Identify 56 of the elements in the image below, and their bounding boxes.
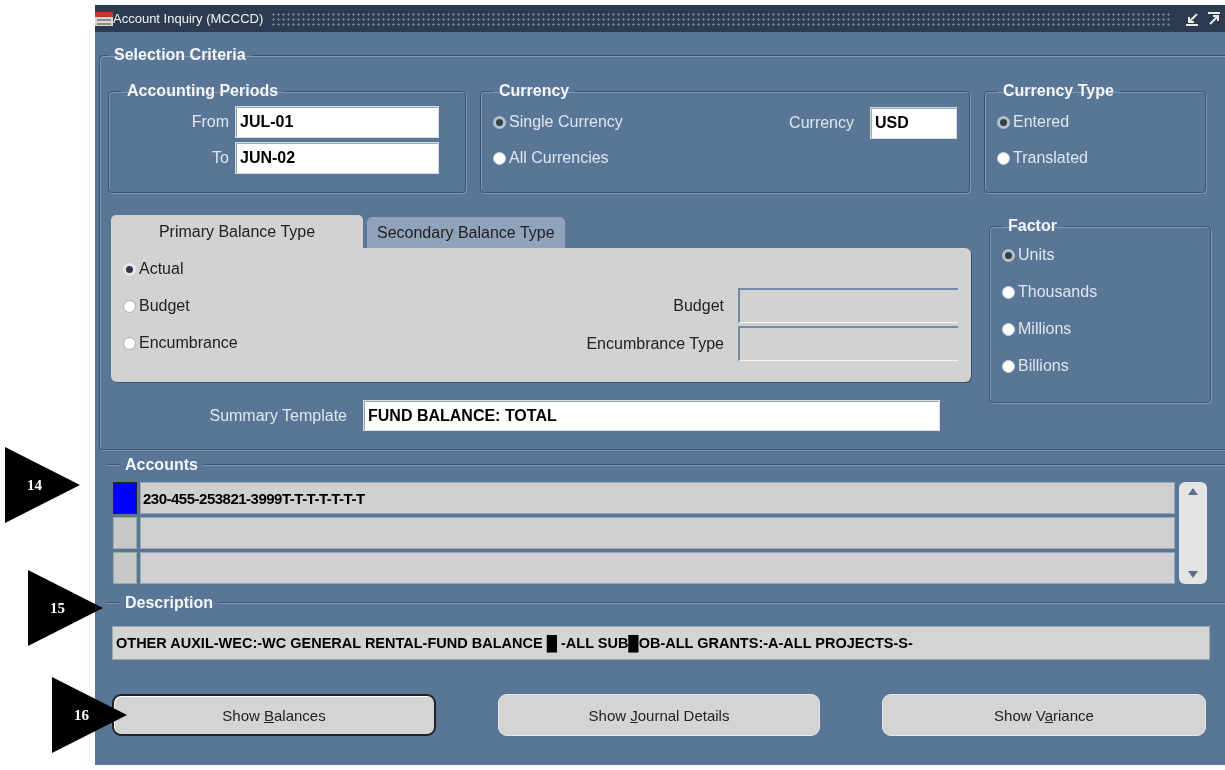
radio-button[interactable] [1002,285,1015,299]
action-button[interactable]: Show Balances [112,694,436,736]
radio-label: Translated [1013,149,1088,167]
radio-label: Thousands [1018,283,1098,301]
field-label: Encumbrance Type [586,334,724,353]
text-field[interactable]: JUL-01 [235,106,439,138]
radio-button[interactable] [1002,359,1015,373]
radio-label: Units [1018,246,1055,264]
radio-button[interactable] [493,115,506,129]
radio-button[interactable] [997,115,1010,129]
maximize-icon[interactable] [1207,11,1221,26]
tab[interactable]: Secondary Balance Type [367,217,565,248]
radio-button[interactable] [123,299,136,313]
radio-label: All Currencies [509,149,609,167]
field-label: Summary Template [208,406,347,425]
section-title: Description [125,594,213,612]
radio-label: Single Currency [509,113,623,131]
scroll-down-icon[interactable] [1187,570,1199,580]
radio-label: Entered [1013,113,1070,131]
radio-label: Actual [139,260,184,278]
radio-button[interactable] [997,151,1010,165]
radio-label: Millions [1018,320,1072,338]
section-title: Accounts [125,456,198,474]
text-field[interactable] [738,288,958,323]
frame-title: Currency [498,82,571,100]
field-label: From [190,113,229,131]
text-field[interactable]: JUN-02 [235,142,439,174]
frame-title: Currency Type [1002,82,1115,100]
text-field[interactable] [738,326,958,361]
radio-label: Encumbrance [139,334,238,352]
field-label: Currency [789,114,854,132]
frame-title: Accounting Periods [126,82,280,100]
scroll-up-icon[interactable] [1187,486,1199,496]
text-field[interactable]: OTHER AUXIL-WEC:-WC GENERAL RENTAL-FUND BALANCE █ -ALL SUB█OB-ALL GRANTS:-A-ALL PROJECTS-S- [112,626,1210,660]
text-field[interactable] [140,552,1175,584]
radio-button[interactable] [1002,248,1015,262]
text-field[interactable]: USD [870,107,957,139]
text-field[interactable]: 230-455-253821-3999T-T-T-T-T-T-T [140,482,1175,514]
text-field[interactable] [140,517,1175,549]
frame-title: Selection Criteria [113,46,247,64]
action-button[interactable]: Show Journal Details [498,694,820,736]
tab[interactable]: Primary Balance Type [111,215,363,248]
minimize-icon[interactable] [1185,11,1199,26]
radio-button[interactable] [1002,322,1015,336]
radio-label: Budget [139,297,190,315]
window-title: Account Inquiry (MCCCD) [113,11,264,26]
text-field[interactable]: FUND BALANCE: TOTAL [363,400,940,431]
action-button[interactable]: Show Variance [882,694,1206,736]
frame-title: Factor [1007,217,1058,235]
radio-label: Billions [1018,357,1069,375]
scrollbar[interactable] [1179,482,1207,584]
app-icon [95,11,113,26]
field-label: To [211,149,229,167]
field-label: Budget [672,296,724,315]
radio-button[interactable] [123,336,136,350]
radio-button[interactable] [493,151,506,165]
